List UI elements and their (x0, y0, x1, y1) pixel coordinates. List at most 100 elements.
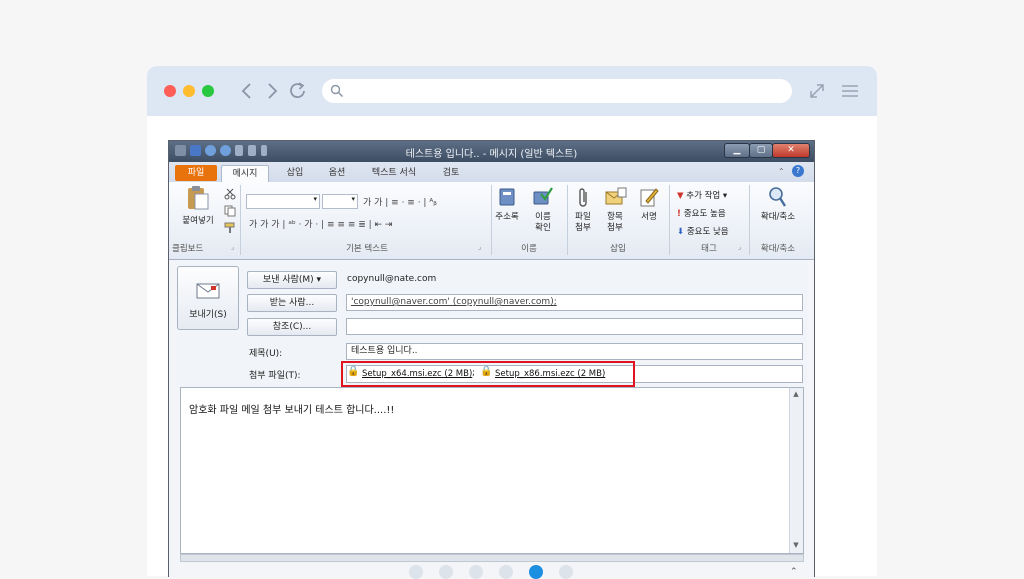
paperclip-icon[interactable] (576, 186, 590, 210)
paste-label[interactable]: 붙여넣기 (175, 216, 221, 227)
attachment-lock-icon: 🔒 (480, 366, 493, 377)
address-book-label[interactable]: 주소록 (489, 212, 525, 223)
tab-options[interactable]: 옵션 (317, 165, 357, 181)
scroll-down-icon[interactable]: ▼ (791, 541, 801, 551)
pager-dot[interactable] (499, 565, 513, 579)
back-icon[interactable] (236, 80, 258, 102)
maximize-window-dot[interactable] (202, 85, 214, 97)
minimize-ribbon-icon[interactable]: ⌃ (778, 167, 787, 176)
format-painter-icon[interactable] (224, 222, 236, 234)
format-toolbar-row2[interactable]: 가 가 가 | ᵃᵇ · 가 · | ≡ ≡ ≡ ≣ | ⇤ ⇥ (249, 217, 392, 230)
horizontal-divider (180, 554, 804, 562)
attach-item-label-2[interactable]: 첨부 (599, 223, 631, 234)
group-separator (669, 185, 670, 255)
pager-dot[interactable] (409, 565, 423, 579)
low-importance-icon: ⬇ (677, 227, 687, 237)
attach-file-label-1[interactable]: 파일 (569, 212, 597, 223)
group-separator (567, 185, 568, 255)
vertical-scrollbar[interactable]: ▲ ▼ (789, 388, 803, 553)
paste-icon[interactable] (186, 185, 210, 211)
flag-icon: ▼ (677, 191, 687, 201)
attachment-2[interactable]: Setup_x86.msi.ezc (2 MB) (495, 369, 605, 379)
font-name-combo[interactable]: ▾ (246, 194, 320, 209)
attachment-separator: ; (472, 368, 476, 378)
minimize-window-dot[interactable] (183, 85, 195, 97)
close-icon[interactable]: ✕ (772, 143, 810, 158)
cc-field[interactable] (346, 318, 803, 335)
minimize-icon[interactable]: ▁ (724, 143, 750, 158)
subject-value: 테스트용 입니다.. (351, 346, 418, 356)
attach-item-label-1[interactable]: 항목 (599, 212, 631, 223)
subject-field[interactable]: 테스트용 입니다.. (346, 343, 803, 360)
names-group-label: 이름 (521, 244, 537, 254)
font-size-combo[interactable]: ▾ (322, 194, 358, 209)
close-window-dot[interactable] (164, 85, 176, 97)
group-separator (240, 185, 241, 255)
maximize-icon[interactable]: ▢ (749, 143, 773, 158)
message-body[interactable]: 암호화 파일 메일 첨부 보내기 테스트 합니다....!! ▲ ▼ (180, 387, 804, 554)
to-field[interactable]: 'copynull@naver.com' (copynull@naver.com… (346, 294, 803, 311)
signature-icon[interactable] (639, 186, 659, 208)
cc-button[interactable]: 참조(C)... (247, 318, 337, 336)
tab-format-text[interactable]: 텍스트 서식 (361, 165, 427, 181)
check-names-label-1[interactable]: 이름 (525, 212, 561, 223)
to-value: 'copynull@naver.com' (copynull@naver.com… (351, 297, 557, 307)
expand-icon[interactable] (806, 80, 828, 102)
attach-file-label-2[interactable]: 첨부 (569, 223, 597, 234)
format-toolbar-row1[interactable]: 가 가 | ≡ · ≡ · | ᴬᵦ (363, 195, 437, 208)
reload-icon[interactable] (287, 80, 309, 102)
attachment-1[interactable]: Setup_x64.msi.ezc (2 MB) (362, 369, 472, 379)
tags-launcher-icon[interactable]: ⌟ (738, 243, 741, 251)
high-importance-button[interactable]: ! 중요도 높음 (677, 207, 726, 219)
pager-dot[interactable] (439, 565, 453, 579)
follow-up-button[interactable]: ▼ 추가 작업 ▾ (677, 189, 727, 201)
clipboard-group-label: 클립보드 (172, 244, 204, 254)
pager-dot[interactable] (559, 565, 573, 579)
menu-icon[interactable] (839, 80, 861, 102)
address-bar[interactable] (322, 79, 792, 103)
signature-label[interactable]: 서명 (633, 212, 665, 223)
attach-item-icon[interactable] (605, 187, 627, 207)
from-value: copynull@nate.com (347, 274, 437, 284)
tags-group-label: 태그 (701, 244, 717, 254)
forward-icon[interactable] (261, 80, 283, 102)
high-importance-icon: ! (677, 209, 684, 219)
magnifier-icon[interactable] (767, 186, 787, 208)
outlook-message-window: 테스트용 입니다.. - 메시지 (일반 텍스트) ▁ ▢ ✕ 파일 메시지 삽… (168, 140, 815, 577)
copy-icon[interactable] (224, 205, 236, 217)
basic-text-launcher-icon[interactable]: ⌟ (478, 243, 481, 251)
basic-text-group-label: 기본 텍스트 (346, 244, 388, 254)
send-label: 보내기(S) (189, 310, 227, 320)
send-envelope-icon (196, 283, 220, 299)
from-button[interactable]: 보낸 사람(M) ▾ (247, 271, 337, 289)
scroll-up-icon[interactable]: ▲ (791, 390, 801, 400)
attachments-label: 첨부 파일(T): (249, 371, 301, 381)
window-title: 테스트용 입니다.. - 메시지 (일반 텍스트) (405, 149, 578, 160)
send-button[interactable]: 보내기(S) (177, 266, 239, 330)
ribbon: 붙여넣기 클립보드 ⌟ ▾ ▾ 가 가 | ≡ · ≡ · | ᴬᵦ 가 가 가… (169, 182, 814, 260)
insert-group-label: 삽입 (610, 244, 626, 254)
tab-insert[interactable]: 삽입 (275, 165, 315, 181)
ribbon-tabs: 파일 메시지 삽입 옵션 텍스트 서식 검토 ⌃ ? (169, 162, 814, 182)
attachment-lock-icon: 🔒 (347, 366, 360, 377)
address-book-icon[interactable] (497, 187, 517, 207)
group-separator (749, 185, 750, 255)
pager-dot[interactable] (529, 565, 543, 579)
zoom-label[interactable]: 확대/축소 (752, 212, 804, 223)
message-body-text: 암호화 파일 메일 첨부 보내기 테스트 합니다....!! (189, 405, 395, 416)
tab-message[interactable]: 메시지 (221, 165, 269, 182)
to-button[interactable]: 받는 사람... (247, 294, 337, 312)
tab-file[interactable]: 파일 (175, 165, 217, 181)
window-titlebar: 테스트용 입니다.. - 메시지 (일반 텍스트) ▁ ▢ ✕ (169, 141, 814, 162)
zoom-group-label: 확대/축소 (760, 244, 796, 254)
cut-icon[interactable] (224, 188, 236, 200)
check-names-label-2[interactable]: 확인 (525, 223, 561, 234)
tab-review[interactable]: 검토 (431, 165, 471, 181)
clipboard-launcher-icon[interactable]: ⌟ (231, 243, 234, 251)
pager-dot[interactable] (469, 565, 483, 579)
low-importance-button[interactable]: ⬇ 중요도 낮음 (677, 225, 729, 237)
subject-label: 제목(U): (249, 349, 283, 359)
search-icon (330, 84, 344, 98)
help-icon[interactable]: ? (792, 165, 804, 177)
check-names-icon[interactable] (532, 186, 554, 208)
